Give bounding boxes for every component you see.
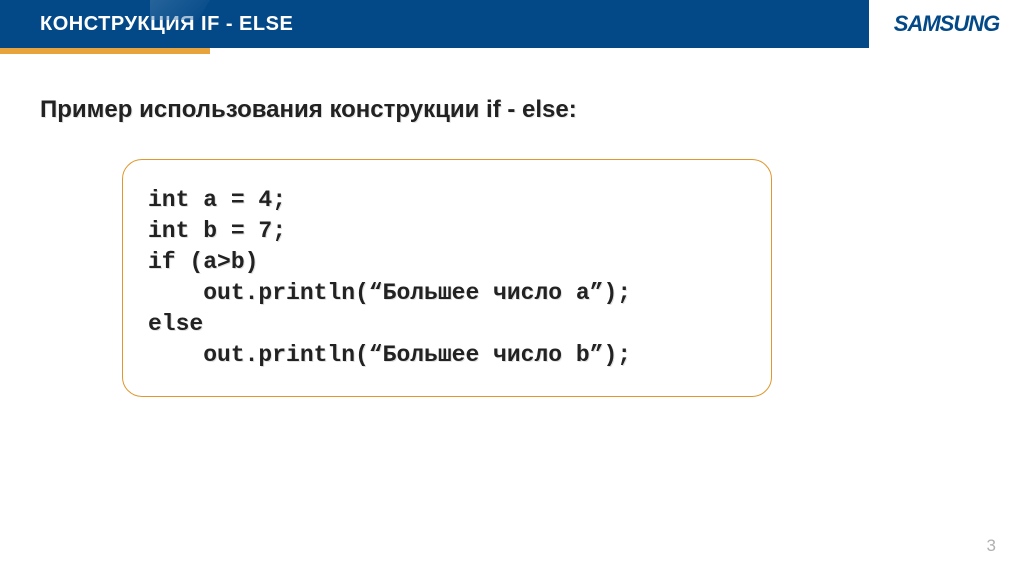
logo-box: SAMSUNG xyxy=(869,0,1024,48)
content-area: Пример использования конструкции if - el… xyxy=(0,48,1024,397)
code-line-1: int a = 4; xyxy=(148,185,746,216)
code-line-3: if (a>b) xyxy=(148,247,746,278)
subtitle: Пример использования конструкции if - el… xyxy=(40,96,984,124)
code-line-2: int b = 7; xyxy=(148,216,746,247)
code-box: int a = 4; int b = 7; if (a>b) out.print… xyxy=(122,159,772,397)
code-line-5: else xyxy=(148,309,746,340)
code-line-6: out.println(“Большее число b”); xyxy=(148,340,746,371)
logo-text: SAMSUNG xyxy=(894,11,999,37)
page-number: 3 xyxy=(987,536,996,556)
code-line-4: out.println(“Большее число a”); xyxy=(148,278,746,309)
accent-line xyxy=(0,48,210,54)
header-bar: КОНСТРУКЦИЯ IF - ELSE SAMSUNG xyxy=(0,0,1024,48)
